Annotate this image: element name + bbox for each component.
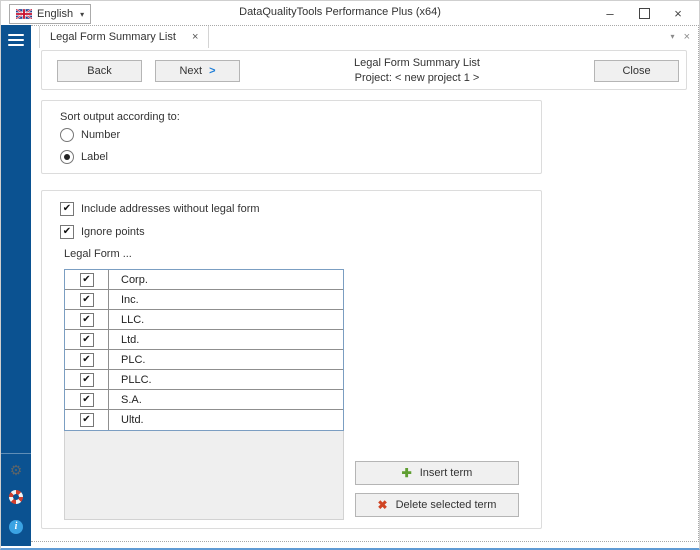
row-label: LLC.: [121, 313, 145, 326]
legal-form-rows: ✔ Corp. ✔ Inc. ✔ LLC. ✔ Ltd. ✔ PLC. ✔ PLLC. ✔ S.A. ✔ Ul…: [64, 269, 344, 431]
tab-label: Legal Form Summary List: [50, 31, 176, 43]
insert-term-label: Insert term: [419, 467, 473, 479]
project-label: Project: < new project 1 >: [354, 72, 480, 84]
radio-row-label[interactable]: Label: [60, 150, 108, 164]
row-checkbox-cell: ✔: [65, 410, 109, 430]
radio-label[interactable]: [60, 150, 74, 164]
close-button-label: Close: [622, 65, 651, 77]
next-button[interactable]: Next >: [155, 60, 240, 82]
delete-term-button[interactable]: ✖ Delete selected term: [355, 493, 519, 517]
row-label: Ltd.: [121, 333, 140, 346]
window-title: DataQualityTools Performance Plus (x64): [239, 6, 441, 18]
row-label: Ultd.: [121, 414, 144, 426]
row-label: Corp.: [121, 273, 148, 286]
row-checkbox[interactable]: ✔: [79, 332, 94, 347]
row-checkbox[interactable]: ✔: [79, 372, 94, 387]
back-button[interactable]: Back: [57, 60, 142, 82]
table-row[interactable]: ✔ Ultd.: [65, 410, 343, 430]
legal-form-grid: ✔ Corp. ✔ Inc. ✔ LLC. ✔ Ltd. ✔ PLC. ✔ PLLC. ✔ S.A. ✔ Ul…: [64, 269, 344, 520]
radio-number[interactable]: [60, 128, 74, 142]
window-controls: – ×: [593, 1, 695, 25]
tabbar-controls: ▾ ×: [671, 31, 690, 43]
row-checkbox[interactable]: ✔: [79, 292, 94, 307]
back-button-label: Back: [87, 65, 112, 77]
row-checkbox[interactable]: ✔: [79, 392, 94, 407]
table-row[interactable]: ✔ PLLC.: [65, 370, 343, 390]
legal-form-box: ✔ Include addresses without legal form ✔…: [41, 190, 542, 529]
checkbox-ignore-label: Ignore points: [81, 226, 145, 238]
app-window: English ▾ DataQualityTools Performance P…: [0, 0, 700, 550]
sort-section-label: Sort output according to:: [60, 111, 180, 123]
uk-flag-icon: [16, 9, 32, 19]
row-checkbox[interactable]: ✔: [79, 413, 94, 427]
language-selector[interactable]: English ▾: [9, 4, 92, 24]
row-checkbox-cell: ✔: [65, 270, 109, 289]
wizard-header-box: Back Next > Legal Form Summary List Proj…: [41, 50, 687, 90]
page: Back Next > Legal Form Summary List Proj…: [31, 48, 697, 540]
table-row[interactable]: ✔ Corp.: [65, 270, 343, 290]
grid-empty-area[interactable]: [64, 431, 344, 520]
row-checkbox[interactable]: ✔: [79, 312, 94, 327]
row-checkbox-cell: ✔: [65, 310, 109, 329]
tab-overflow-icon[interactable]: ▾: [671, 31, 675, 43]
radio-row-number[interactable]: Number: [60, 128, 120, 142]
row-checkbox-cell: ✔: [65, 390, 109, 409]
chevron-down-icon: ▾: [80, 9, 85, 19]
language-label: English: [37, 8, 74, 20]
close-window-button[interactable]: ×: [661, 1, 695, 25]
row-checkbox-cell: ✔: [65, 370, 109, 389]
checkbox-include-addresses[interactable]: ✔: [60, 202, 74, 216]
row-checkbox-cell: ✔: [65, 350, 109, 369]
tab-bar: Legal Form Summary List × ▾ ×: [31, 26, 698, 48]
next-button-label: Next: [179, 65, 203, 77]
sort-options-box: Sort output according to: Number Label: [41, 100, 542, 174]
delete-term-label: Delete selected term: [395, 499, 497, 511]
tab-close-icon[interactable]: ×: [192, 31, 198, 43]
insert-term-button[interactable]: ✚ Insert term: [355, 461, 519, 485]
row-checkbox[interactable]: ✔: [79, 272, 94, 287]
chevron-right-icon: >: [209, 65, 216, 77]
row-label: Inc.: [121, 293, 139, 306]
row-label: PLLC.: [121, 373, 152, 386]
hamburger-menu-icon[interactable]: [8, 34, 24, 49]
delete-x-icon: ✖: [377, 498, 388, 512]
close-button[interactable]: Close: [594, 60, 679, 82]
tabbar-close-icon[interactable]: ×: [684, 31, 690, 43]
table-row[interactable]: ✔ Ltd.: [65, 330, 343, 350]
maximize-button[interactable]: [627, 1, 661, 25]
row-checkbox[interactable]: ✔: [79, 352, 94, 367]
table-row[interactable]: ✔ LLC.: [65, 310, 343, 330]
maximize-icon: [638, 7, 650, 19]
radio-number-label: Number: [81, 129, 121, 141]
wizard-title-block: Legal Form Summary List Project: < new p…: [240, 51, 594, 91]
radio-label-label: Label: [81, 151, 108, 163]
settings-gear-icon[interactable]: ⚙: [1, 462, 31, 478]
table-row[interactable]: ✔ S.A.: [65, 390, 343, 410]
checkbox-ignore-points[interactable]: ✔: [60, 225, 74, 239]
dock-area: Legal Form Summary List × ▾ × Back Next …: [31, 25, 699, 542]
tab-legal-form-summary-list[interactable]: Legal Form Summary List ×: [39, 26, 210, 48]
titlebar: English ▾ DataQualityTools Performance P…: [1, 1, 699, 25]
minimize-button[interactable]: –: [593, 1, 627, 25]
checkbox-include-label: Include addresses without legal form: [81, 203, 260, 215]
row-label: PLC.: [121, 353, 146, 366]
info-icon[interactable]: i: [9, 520, 23, 534]
checkbox-row-ignore[interactable]: ✔ Ignore points: [60, 225, 145, 239]
help-lifebuoy-icon[interactable]: [9, 490, 23, 504]
checkbox-row-include[interactable]: ✔ Include addresses without legal form: [60, 202, 260, 216]
table-row[interactable]: ✔ Inc.: [65, 290, 343, 310]
row-checkbox-cell: ✔: [65, 290, 109, 309]
sidebar-divider: [1, 453, 31, 454]
legal-form-list-label: Legal Form ...: [64, 248, 132, 260]
page-title: Legal Form Summary List: [354, 57, 480, 69]
row-checkbox-cell: ✔: [65, 330, 109, 349]
plus-icon: ✚: [401, 466, 412, 480]
row-label: S.A.: [121, 393, 142, 406]
sidebar: ⚙ i: [1, 25, 31, 546]
table-row[interactable]: ✔ PLC.: [65, 350, 343, 370]
